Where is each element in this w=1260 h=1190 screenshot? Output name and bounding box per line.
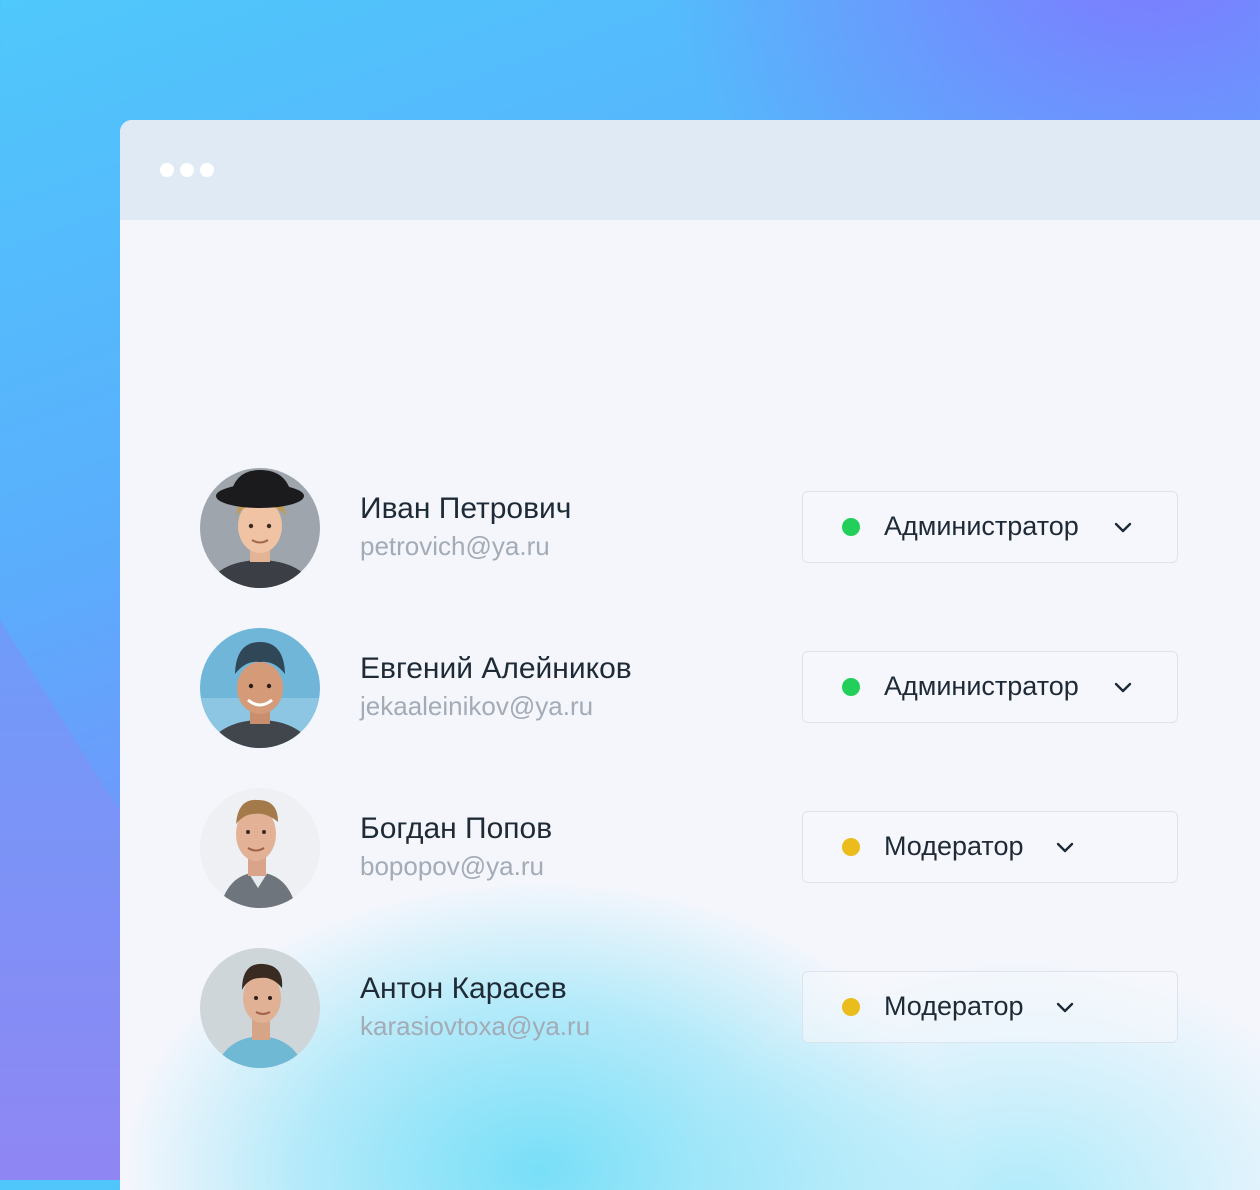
window-titlebar <box>120 120 1260 220</box>
user-photo-icon <box>200 468 320 588</box>
avatar <box>200 468 320 588</box>
status-dot-icon <box>842 838 860 856</box>
user-email: bopopov@ya.ru <box>360 851 544 881</box>
chevron-down-icon <box>1055 838 1075 858</box>
avatar <box>200 788 320 908</box>
user-name: Иван Петрович <box>360 492 572 525</box>
avatar <box>200 628 320 748</box>
chevron-down-icon <box>1113 678 1133 698</box>
user-photo-icon <box>200 948 320 1068</box>
role-label: Администратор <box>884 671 1079 701</box>
user-row: Евгений Алейников jekaaleinikov@ya.ru Ад… <box>200 628 1180 748</box>
app-window: Иван Петрович petrovich@ya.ru Администра… <box>120 120 1260 1190</box>
user-email: petrovich@ya.ru <box>360 531 550 561</box>
user-row: Антон Карасев karasiovtoxa@ya.ru Модерат… <box>200 948 1180 1068</box>
role-label: Модератор <box>884 991 1024 1021</box>
role-dropdown[interactable]: Администратор <box>802 491 1178 563</box>
role-label: Модератор <box>884 831 1024 861</box>
chevron-down-icon <box>1113 518 1133 538</box>
user-email: karasiovtoxa@ya.ru <box>360 1011 591 1041</box>
user-name: Антон Карасев <box>360 972 567 1005</box>
role-dropdown[interactable]: Модератор <box>802 971 1178 1043</box>
user-name: Евгений Алейников <box>360 652 632 685</box>
window-dot-icon <box>180 163 194 177</box>
role-label: Администратор <box>884 511 1079 541</box>
user-photo-icon <box>200 788 320 908</box>
chevron-down-icon <box>1055 998 1075 1018</box>
status-dot-icon <box>842 998 860 1016</box>
user-email: jekaaleinikov@ya.ru <box>360 691 594 721</box>
window-controls[interactable] <box>160 163 214 177</box>
status-dot-icon <box>842 678 860 696</box>
window-dot-icon <box>200 163 214 177</box>
user-row: Иван Петрович petrovich@ya.ru Администра… <box>200 468 1180 588</box>
role-dropdown[interactable]: Администратор <box>802 651 1178 723</box>
user-row: Богдан Попов bopopov@ya.ru Модератор <box>200 788 1180 908</box>
status-dot-icon <box>842 518 860 536</box>
background-shape <box>0 620 140 1180</box>
user-photo-icon <box>200 628 320 748</box>
avatar <box>200 948 320 1068</box>
role-dropdown[interactable]: Модератор <box>802 811 1178 883</box>
user-name: Богдан Попов <box>360 812 553 845</box>
window-dot-icon <box>160 163 174 177</box>
